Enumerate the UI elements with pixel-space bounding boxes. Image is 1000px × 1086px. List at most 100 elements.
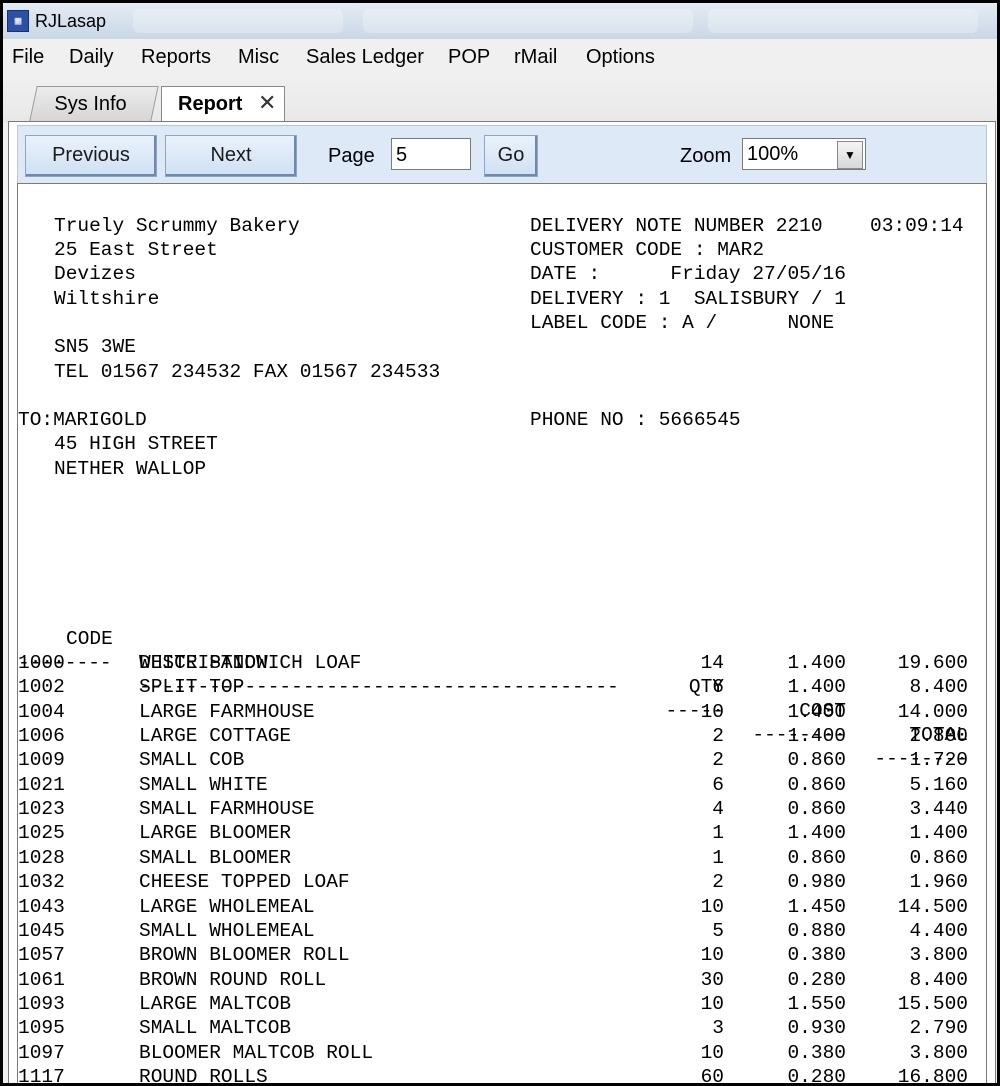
cell-cost: 1.450 [787,895,846,918]
cell-qty: 14 [700,652,724,674]
cell-code: 1043 [18,895,65,918]
company-street: 25 East Street [54,239,218,261]
cell-qty: 10 [700,700,724,723]
cell-total: 1.720 [909,749,968,772]
table-row: 1006 LARGE COTTAGE 2 1.400 2.800 [18,724,986,748]
table-header-row: CODE DESCRIPTION QTY COST TOTAL [18,603,986,746]
cell-qty: 10 [700,895,724,918]
cell-total: 0.860 [909,846,968,869]
table-header-rule: -------- -------------------------------… [18,627,986,770]
cell-total: 2.800 [909,725,968,748]
page-number-input[interactable]: 5 [391,138,471,170]
table-row: 1025 LARGE BLOOMER 1 1.400 1.400 [18,821,986,845]
cell-description: BROWN ROUND ROLL [139,968,327,991]
label-code: LABEL CODE : A / NONE [530,312,835,334]
chevron-down-icon[interactable]: ▼ [837,141,863,169]
cell-qty: 10 [700,1041,724,1064]
cell-code: 1025 [18,822,65,845]
cell-cost: 1.400 [787,700,846,723]
go-button[interactable]: Go [484,135,538,177]
cell-total: 1.960 [909,871,968,894]
cell-description: SPLIT TOP [139,676,245,699]
report-toolbar: Previous Next Page 5 Go Zoom 100% ▼ [17,125,987,185]
previous-button[interactable]: Previous [25,135,157,177]
company-county: Wiltshire [54,288,160,310]
cell-total: 5.160 [909,773,968,796]
zoom-select[interactable]: 100% ▼ [742,138,866,170]
cell-cost: 0.980 [787,871,846,894]
zoom-value: 100% [747,143,799,165]
menu-daily[interactable]: Daily [69,46,113,69]
company-town: Devizes [54,263,136,285]
menu-rmail[interactable]: rMail [514,46,557,69]
cell-code: 1002 [18,676,65,699]
table-row: 1028 SMALL BLOOMER 1 0.860 0.860 [18,846,986,870]
cell-description: SMALL MALTCOB [139,1017,292,1040]
cell-qty: 30 [700,968,724,991]
tab-sys-info[interactable]: Sys Info [29,86,159,121]
cell-code: 1021 [18,773,65,796]
cell-total: 1.400 [909,822,968,845]
menu-file[interactable]: File [12,46,44,69]
table-row: 1117 ROUND ROLLS 60 0.280 16.800 [18,1065,986,1083]
cell-qty: 1 [712,822,724,845]
cell-code: 1009 [18,749,65,772]
cell-code: 1045 [18,919,65,942]
cell-description: WHITE SANDWICH LOAF [139,652,362,674]
cell-description: SMALL WHITE [139,773,268,796]
cell-code: 1028 [18,846,65,869]
background-tab-ghost [363,9,693,33]
cell-description: SMALL BLOOMER [139,846,292,869]
menu-reports[interactable]: Reports [141,46,211,69]
cell-qty: 10 [700,944,724,967]
next-button[interactable]: Next [165,135,297,177]
cell-description: LARGE BLOOMER [139,822,292,845]
cell-total: 4.400 [909,919,968,942]
cell-description: LARGE WHOLEMEAL [139,895,315,918]
cell-total: 3.800 [909,1041,968,1064]
to-street: 45 HIGH STREET [54,433,218,455]
menu-options[interactable]: Options [586,46,655,69]
cell-cost: 0.860 [787,773,846,796]
app-window: ▦ RJLasap File Daily Reports Misc Sales … [3,3,997,1083]
table-row: 1004 LARGE FARMHOUSE 10 1.400 14.000 [18,700,986,724]
table-row: 1021 SMALL WHITE 6 0.860 5.160 [18,773,986,797]
report-date: DATE : Friday 27/05/16 [530,263,846,285]
table-row: 1097 BLOOMER MALTCOB ROLL 10 0.380 3.800 [18,1041,986,1065]
cell-code: 1000 [18,652,65,674]
menu-misc[interactable]: Misc [238,46,279,69]
menu-pop[interactable]: POP [448,46,490,69]
table-row: 1043 LARGE WHOLEMEAL 10 1.450 14.500 [18,895,986,919]
cell-qty: 2 [712,749,724,772]
cell-code: 1061 [18,968,65,991]
cell-cost: 1.550 [787,992,846,1015]
cell-total: 3.440 [909,798,968,821]
cell-cost: 0.280 [787,1065,846,1083]
cell-total: 8.400 [909,968,968,991]
zoom-label: Zoom [680,145,732,167]
background-tab-ghost [133,9,343,33]
cell-qty: 10 [700,992,724,1015]
cell-cost: 1.400 [787,822,846,845]
title-bar: ▦ RJLasap [3,3,997,39]
cell-qty: 2 [712,871,724,894]
cell-description: CHEESE TOPPED LOAF [139,871,350,894]
cell-description: BROWN BLOOMER ROLL [139,944,350,967]
to-town: NETHER WALLOP [54,458,207,480]
table-row: 1009 SMALL COB 2 0.860 1.720 [18,748,986,772]
tab-report[interactable]: Report ✕ [161,86,285,121]
cell-cost: 0.380 [787,1041,846,1064]
cell-total: 14.000 [897,700,968,723]
app-icon[interactable]: ▦ [7,10,29,32]
cell-description: LARGE FARMHOUSE [139,700,315,723]
cell-qty: 2 [712,725,724,748]
cell-code: 1097 [18,1041,65,1064]
cell-total: 8.400 [909,676,968,699]
menu-sales-ledger[interactable]: Sales Ledger [306,46,424,69]
cell-code: 1004 [18,700,65,723]
cell-cost: 1.400 [787,676,846,699]
close-icon[interactable]: ✕ [258,90,276,116]
cell-total: 15.500 [897,992,968,1015]
cell-code: 1057 [18,944,65,967]
cell-description: SMALL FARMHOUSE [139,798,315,821]
